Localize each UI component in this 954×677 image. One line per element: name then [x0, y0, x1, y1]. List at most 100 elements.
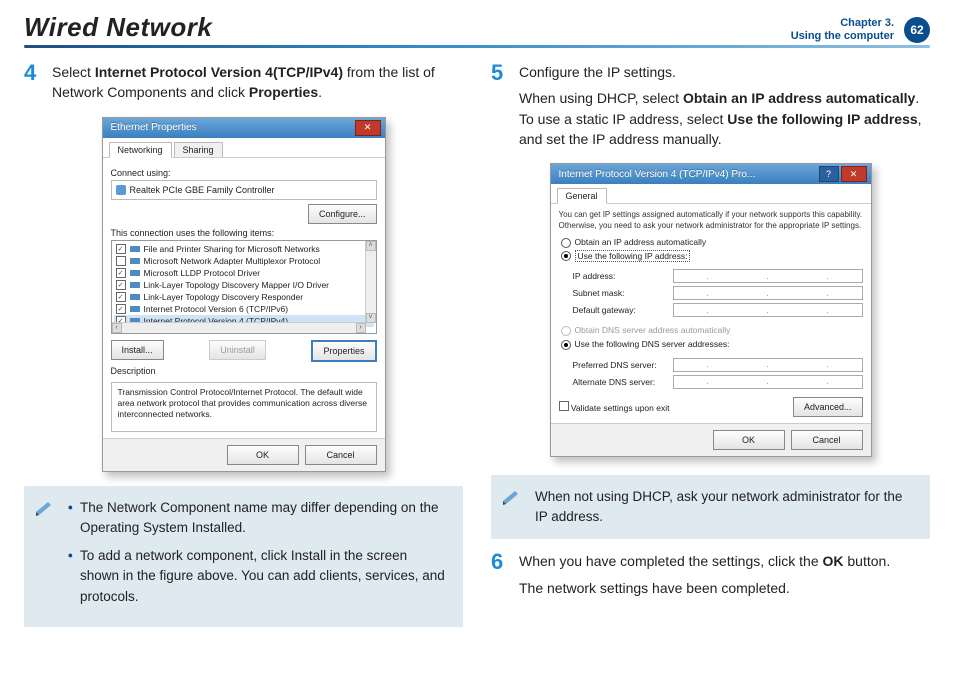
header-right: Chapter 3. Using the computer 62: [791, 17, 930, 43]
close-icon[interactable]: ✕: [355, 120, 381, 136]
alt-dns-label: Alternate DNS server:: [573, 377, 673, 387]
component-icon: [130, 294, 140, 300]
t: button.: [844, 553, 891, 569]
radio-icon: [561, 340, 571, 350]
adapter-icon: [116, 185, 126, 195]
item-label: Microsoft Network Adapter Multiplexor Pr…: [144, 256, 321, 266]
step-text: Configure the IP settings. When using DH…: [519, 62, 930, 155]
scroll-down-icon[interactable]: ˅: [366, 313, 376, 323]
list-item[interactable]: Microsoft Network Adapter Multiplexor Pr…: [114, 255, 374, 267]
validate-label: Validate settings upon exit: [571, 403, 670, 413]
ipv4-properties-dialog: Internet Protocol Version 4 (TCP/IPv4) P…: [550, 163, 872, 457]
step-5: 5 Configure the IP settings. When using …: [491, 62, 930, 155]
gateway-field[interactable]: ...: [673, 303, 863, 317]
right-column: 5 Configure the IP settings. When using …: [491, 62, 930, 627]
list-item[interactable]: ✓ Link-Layer Topology Discovery Mapper I/…: [114, 279, 374, 291]
item-label: Internet Protocol Version 6 (TCP/IPv6): [144, 304, 289, 314]
cancel-button[interactable]: Cancel: [305, 445, 377, 465]
dialog-body: Connect using: Realtek PCIe GBE Family C…: [103, 158, 385, 438]
note-text: The Network Component name may differ de…: [80, 500, 438, 535]
list-item[interactable]: ✓ Internet Protocol Version 6 (TCP/IPv6): [114, 303, 374, 315]
ok-button[interactable]: OK: [227, 445, 299, 465]
items-label: This connection uses the following items…: [111, 228, 377, 238]
dialog-footer: OK Cancel: [551, 423, 871, 456]
t: Obtain an IP address automatically: [683, 90, 915, 106]
pref-dns-field[interactable]: ...: [673, 358, 863, 372]
checkbox-icon[interactable]: ✓: [116, 304, 126, 314]
note-icon: [34, 498, 54, 524]
radio-use-ip[interactable]: Use the following IP address:: [561, 251, 863, 262]
cancel-button[interactable]: Cancel: [791, 430, 863, 450]
ip-address-field[interactable]: ...: [673, 269, 863, 283]
t: Configure the IP settings.: [519, 62, 930, 82]
tab-general[interactable]: General: [557, 188, 607, 204]
component-icon: [130, 306, 140, 312]
item-label: Link-Layer Topology Discovery Responder: [144, 292, 304, 302]
list-item[interactable]: ✓File and Printer Sharing for Microsoft …: [114, 243, 374, 255]
tabstrip: General: [551, 184, 871, 204]
components-list[interactable]: ✓File and Printer Sharing for Microsoft …: [111, 240, 377, 334]
step-number: 4: [24, 62, 42, 109]
titlebar: Internet Protocol Version 4 (TCP/IPv4) P…: [551, 164, 871, 184]
radio-icon: [561, 238, 571, 248]
left-column: 4 Select Internet Protocol Version 4(TCP…: [24, 62, 463, 627]
t: When you have completed the settings, cl…: [519, 553, 823, 569]
checkbox-icon[interactable]: ✓: [116, 280, 126, 290]
explanation-text: You can get IP settings assigned automat…: [559, 210, 863, 231]
install-button[interactable]: Install...: [111, 340, 164, 360]
note-box: When not using DHCP, ask your network ad…: [491, 475, 930, 540]
tab-sharing[interactable]: Sharing: [174, 142, 223, 157]
scroll-up-icon[interactable]: ˄: [366, 241, 376, 251]
titlebar: Ethernet Properties ✕: [103, 118, 385, 138]
note-icon: [501, 487, 521, 513]
tab-networking[interactable]: Networking: [109, 142, 172, 158]
chapter-label: Chapter 3. Using the computer: [791, 17, 894, 43]
t: OK: [823, 553, 844, 569]
t: Properties: [249, 84, 318, 100]
radio-obtain-ip[interactable]: Obtain an IP address automatically: [561, 237, 863, 248]
list-item[interactable]: ✓ Microsoft LLDP Protocol Driver: [114, 267, 374, 279]
header-rule: [24, 45, 930, 48]
close-icon[interactable]: ✕: [841, 166, 867, 182]
scroll-left-icon[interactable]: ‹: [112, 323, 122, 333]
subnet-field[interactable]: ...: [673, 286, 863, 300]
subnet-label: Subnet mask:: [573, 288, 673, 298]
help-icon[interactable]: ?: [819, 166, 839, 182]
scroll-right-icon[interactable]: ›: [356, 323, 366, 333]
checkbox-icon[interactable]: ✓: [116, 268, 126, 278]
component-icon: [130, 246, 140, 252]
item-label: Link-Layer Topology Discovery Mapper I/O…: [144, 280, 330, 290]
note-bullet: •To add a network component, click Insta…: [68, 546, 449, 607]
v-scrollbar[interactable]: ˄˅: [365, 241, 376, 323]
adapter-name: Realtek PCIe GBE Family Controller: [130, 185, 275, 195]
t: When using DHCP, select: [519, 90, 683, 106]
validate-checkbox[interactable]: Validate settings upon exit: [559, 401, 670, 413]
checkbox-icon[interactable]: ✓: [116, 244, 126, 254]
radio-use-dns[interactable]: Use the following DNS server addresses:: [561, 339, 863, 350]
list-item[interactable]: ✓ Link-Layer Topology Discovery Responder: [114, 291, 374, 303]
step-text: Select Internet Protocol Version 4(TCP/I…: [52, 62, 463, 109]
ok-button[interactable]: OK: [713, 430, 785, 450]
item-label: Microsoft LLDP Protocol Driver: [144, 268, 261, 278]
alt-dns-field[interactable]: ...: [673, 375, 863, 389]
checkbox-icon[interactable]: [116, 256, 126, 266]
pref-dns-label: Preferred DNS server:: [573, 360, 673, 370]
t: The network settings have been completed…: [519, 578, 890, 598]
step-4: 4 Select Internet Protocol Version 4(TCP…: [24, 62, 463, 109]
radio-label: Obtain DNS server address automatically: [575, 325, 731, 335]
checkbox-icon: [559, 401, 569, 411]
t: .: [318, 84, 322, 100]
description-text: Transmission Control Protocol/Internet P…: [111, 382, 377, 432]
connect-using-label: Connect using:: [111, 168, 377, 178]
h-scrollbar[interactable]: ‹›: [112, 322, 366, 333]
radio-label: Use the following DNS server addresses:: [575, 339, 730, 349]
chapter-line2: Using the computer: [791, 30, 894, 43]
properties-button[interactable]: Properties: [311, 340, 376, 362]
page-number: 62: [904, 17, 930, 43]
checkbox-icon[interactable]: ✓: [116, 292, 126, 302]
step-6: 6 When you have completed the settings, …: [491, 551, 930, 604]
advanced-button[interactable]: Advanced...: [793, 397, 863, 417]
configure-button[interactable]: Configure...: [308, 204, 377, 224]
dialog-title: Internet Protocol Version 4 (TCP/IPv4) P…: [559, 169, 819, 180]
chapter-line1: Chapter 3.: [791, 17, 894, 30]
